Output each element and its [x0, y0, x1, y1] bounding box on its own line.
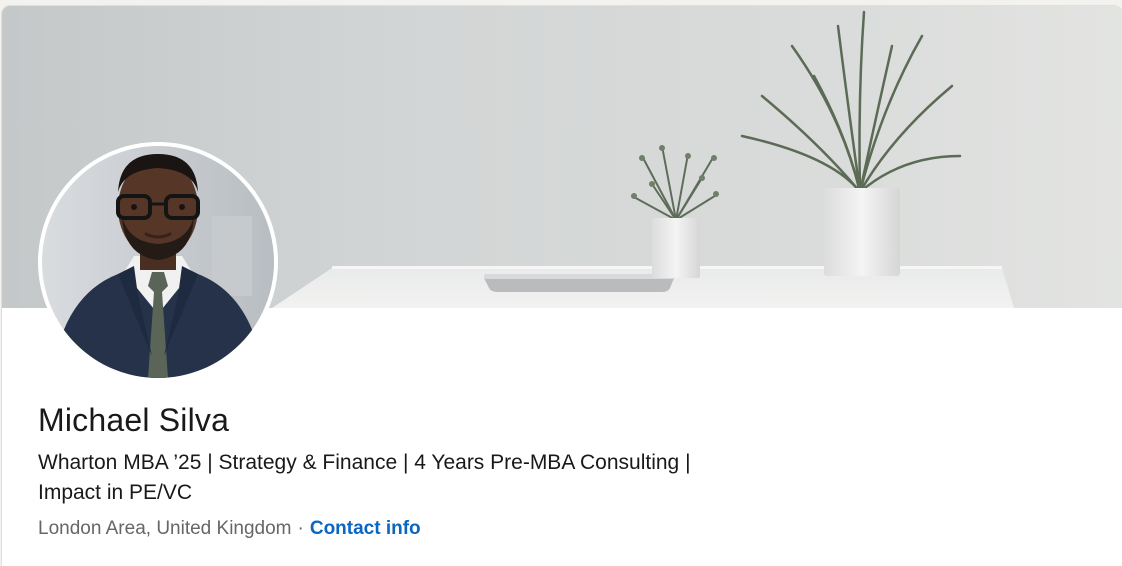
headline-line-1: Wharton MBA ’25 | Strategy & Finance | 4… — [38, 451, 691, 474]
avatar[interactable] — [42, 146, 274, 378]
profile-headline: Wharton MBA ’25 | Strategy & Finance | 4… — [38, 448, 798, 508]
separator-dot: · — [297, 518, 304, 539]
location-row: London Area, United Kingdom · Contact info — [38, 518, 421, 540]
profile-name: Michael Silva — [38, 402, 230, 438]
profile-location: London Area, United Kingdom — [38, 518, 292, 539]
profile-card: Michael Silva Wharton MBA ’25 | Strategy… — [2, 6, 1122, 566]
contact-info-link[interactable]: Contact info — [310, 518, 421, 539]
headline-line-2: Impact in PE/VC — [38, 481, 193, 504]
avatar-frame[interactable] — [38, 142, 278, 382]
